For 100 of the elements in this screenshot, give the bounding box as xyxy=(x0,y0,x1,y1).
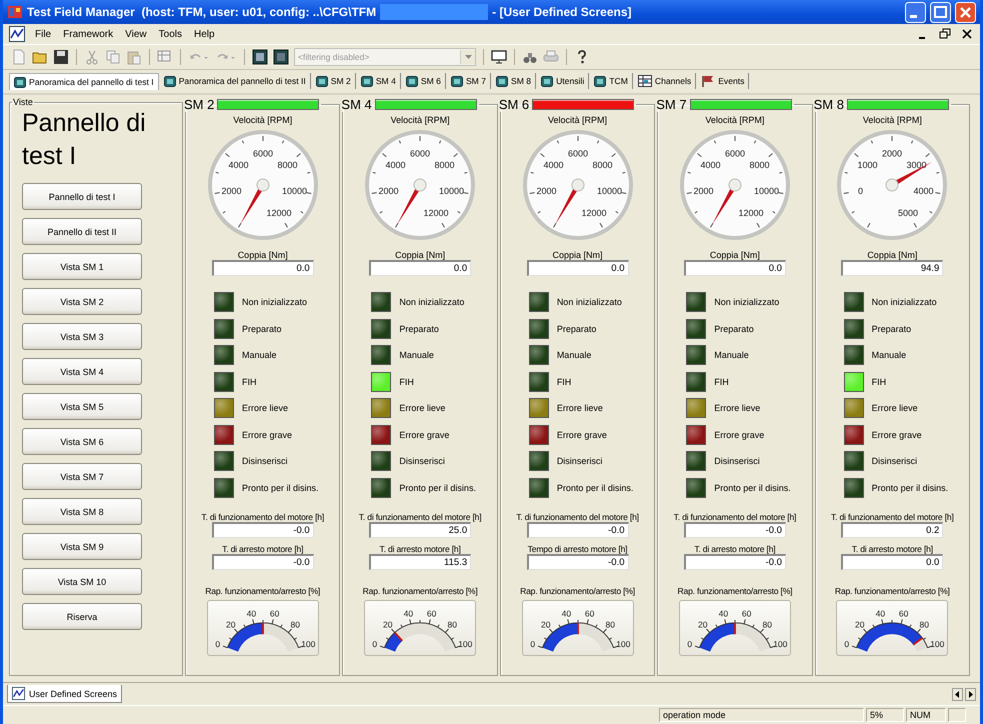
gauge-tick-label: 80 xyxy=(290,619,300,630)
tab[interactable]: SM 4 xyxy=(356,73,401,89)
close-button[interactable] xyxy=(960,27,974,41)
torque-field[interactable]: 0.0 xyxy=(369,260,472,276)
view-button[interactable]: Vista SM 1 xyxy=(22,253,142,280)
view-button[interactable]: Vista SM 6 xyxy=(22,428,142,455)
tab[interactable]: SM 2 xyxy=(312,73,356,89)
gauge-tick-label: 100 xyxy=(458,638,472,648)
led-label: Errore grave xyxy=(399,430,450,440)
view-button[interactable]: Vista SM 3 xyxy=(22,323,142,350)
monitor-title: SM 2 xyxy=(184,97,214,112)
document-tab[interactable]: User Defined Screens xyxy=(7,685,122,703)
status-panel xyxy=(948,708,966,722)
dial-label: 12000 xyxy=(424,208,449,218)
tab[interactable]: TCM xyxy=(590,73,633,89)
dial-label: 12000 xyxy=(581,208,606,218)
monitor-icon[interactable] xyxy=(491,49,507,65)
view-button[interactable]: Riserva xyxy=(22,603,142,630)
field-label: T. di arresto motore [h] xyxy=(222,544,304,554)
scroll-right-button[interactable] xyxy=(965,688,976,700)
led-label: FIH xyxy=(556,376,572,386)
view-button[interactable]: Pannello di test II xyxy=(22,218,142,245)
field-label: T. di funzionamento del motore [h] xyxy=(516,512,639,522)
led-label: Disinserisci xyxy=(714,456,760,466)
stop-time-field[interactable]: 115.3 xyxy=(369,554,472,570)
menu-item[interactable]: File xyxy=(33,28,54,40)
tab[interactable]: Events xyxy=(697,73,750,89)
run-time-field[interactable]: -0.0 xyxy=(684,522,786,538)
dial-label: 5000 xyxy=(898,208,918,218)
gauge-tick-label: 20 xyxy=(383,619,393,630)
view-button[interactable]: Vista SM 7 xyxy=(22,463,142,490)
dial-label: 8000 xyxy=(434,160,455,170)
stop-time-field[interactable]: -0.0 xyxy=(684,554,786,570)
dial-label: 1000 xyxy=(858,160,878,170)
torque-field[interactable]: 0.0 xyxy=(684,260,786,276)
led-label: Errore lieve xyxy=(872,403,918,413)
field-label: T. di arresto motore [h] xyxy=(380,544,461,554)
menu-item[interactable]: View xyxy=(123,28,149,40)
dial-label: 12000 xyxy=(738,208,764,218)
menu-item[interactable]: Help xyxy=(192,28,217,40)
tab[interactable]: SM 6 xyxy=(402,73,446,89)
tab[interactable]: Panoramica del pannello di test I xyxy=(9,73,159,90)
screen-icon[interactable] xyxy=(273,49,289,65)
status-text: NUM xyxy=(906,708,946,722)
monitor-title: SM 4 xyxy=(341,97,372,112)
gauge-tick-label: 100 xyxy=(300,638,315,648)
maximize-button[interactable] xyxy=(930,2,951,22)
led-label: Preparato xyxy=(242,324,282,334)
screen-icon[interactable] xyxy=(252,49,268,65)
gauge-tick-label: 0 xyxy=(372,638,378,648)
led-label: Manuale xyxy=(556,350,592,360)
led-label: Pronto per il disins. xyxy=(399,482,476,492)
dial-label: 4000 xyxy=(914,186,934,196)
gauge-label: Rap. funzionamento/arresto [%] xyxy=(677,586,792,596)
run-time-field[interactable]: -0.0 xyxy=(526,522,629,538)
view-button[interactable]: Vista SM 5 xyxy=(22,393,142,420)
view-button[interactable]: Pannello di test I xyxy=(22,183,142,210)
stop-time-field[interactable]: -0.0 xyxy=(212,554,314,570)
stop-time-field[interactable]: 0.0 xyxy=(841,554,944,570)
menu-item[interactable]: Tools xyxy=(156,28,184,40)
torque-field[interactable]: 94.9 xyxy=(841,260,944,276)
dial-label: 10000 xyxy=(596,186,622,196)
view-button[interactable]: Vista SM 9 xyxy=(22,533,142,560)
run-time-field[interactable]: -0.0 xyxy=(212,522,314,538)
led-label: Errore grave xyxy=(714,430,764,440)
dial-label: 4000 xyxy=(228,160,248,170)
run-time-field[interactable]: 25.0 xyxy=(369,522,472,538)
gauge-label: Rap. funzionamento/arresto [%] xyxy=(205,586,320,596)
dial-label: 10000 xyxy=(282,186,307,196)
menu-item[interactable]: Framework xyxy=(61,28,116,40)
screen-icon xyxy=(316,76,328,86)
view-button[interactable]: Vista SM 4 xyxy=(22,358,142,385)
tab[interactable]: Utensili xyxy=(537,73,590,89)
monitor-title: SM 6 xyxy=(498,97,530,112)
screen-icon xyxy=(14,76,26,88)
led-label: Preparato xyxy=(872,324,912,334)
stop-time-field[interactable]: -0.0 xyxy=(526,554,629,570)
gauge-tick-label: 100 xyxy=(616,638,630,648)
tab[interactable]: Panoramica del pannello di test II xyxy=(160,73,311,89)
save-icon[interactable] xyxy=(53,49,69,65)
gauge-label: Rap. funzionamento/arresto [%] xyxy=(834,586,950,596)
run-time-field[interactable]: 0.2 xyxy=(841,522,944,538)
led-label: Manuale xyxy=(399,350,434,360)
view-button[interactable]: Vista SM 8 xyxy=(22,498,142,525)
tab[interactable]: Channels xyxy=(634,73,696,89)
view-button[interactable]: Vista SM 10 xyxy=(22,568,142,595)
dial-label: 4000 xyxy=(542,160,564,170)
tab[interactable]: SM 8 xyxy=(492,73,536,89)
torque-field[interactable]: 0.0 xyxy=(212,260,314,276)
restore-button[interactable] xyxy=(938,27,952,41)
torque-field[interactable]: 0.0 xyxy=(526,260,629,276)
chart-icon[interactable] xyxy=(9,26,25,42)
scroll-left-button[interactable] xyxy=(952,688,963,700)
view-button[interactable]: Vista SM 2 xyxy=(22,288,142,315)
tab[interactable]: SM 7 xyxy=(446,73,492,89)
dial-label: 10000 xyxy=(439,186,464,196)
gauge-label: Rap. funzionamento/arresto [%] xyxy=(362,586,478,596)
led-label: Preparato xyxy=(714,324,754,334)
gauge-tick-label: 0 xyxy=(687,638,692,648)
gauge-tick-label: 80 xyxy=(762,619,772,630)
